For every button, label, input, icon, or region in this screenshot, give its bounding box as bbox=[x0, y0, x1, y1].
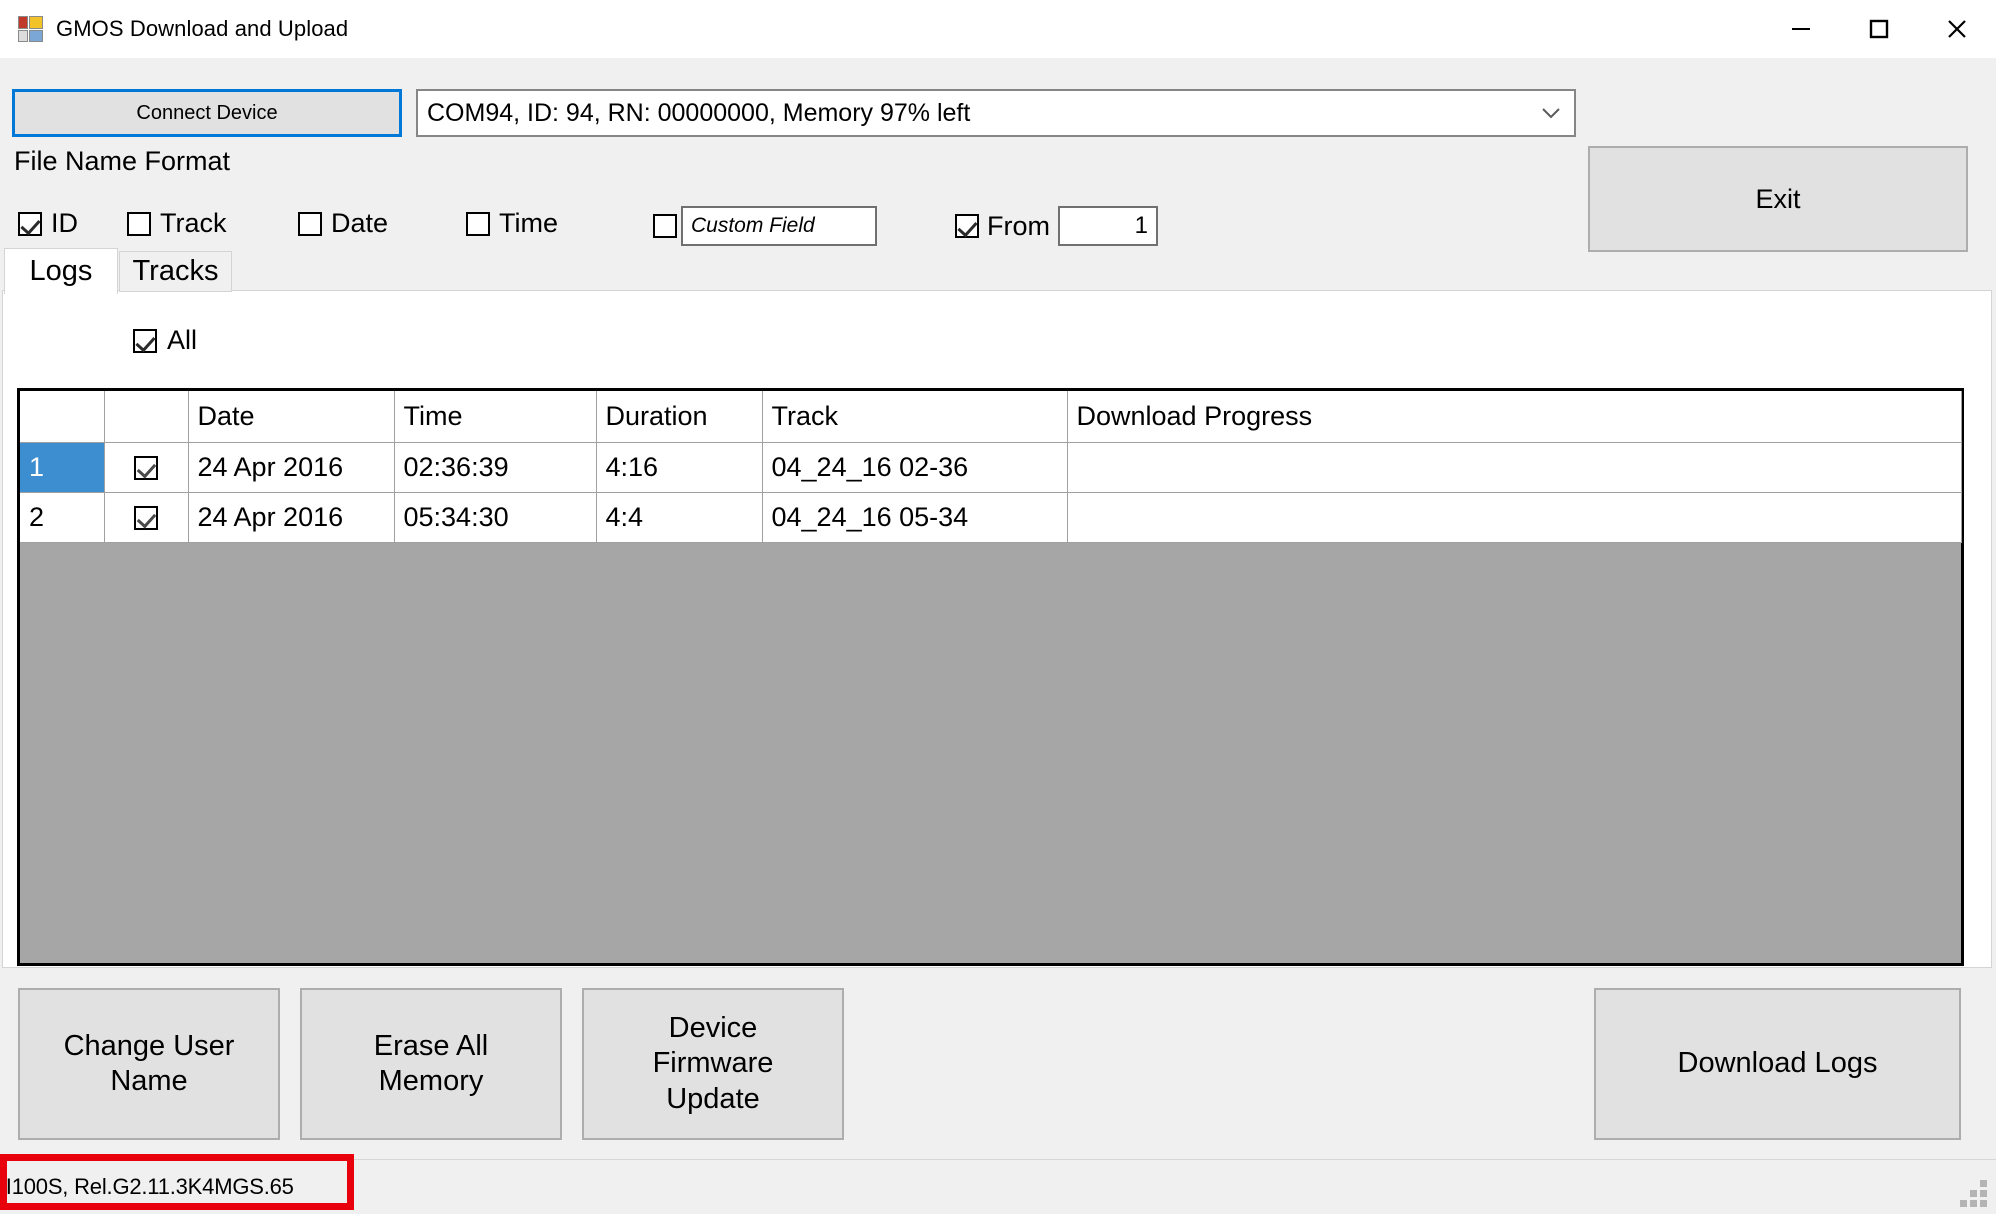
device-firmware-label-line2: Firmware bbox=[652, 1047, 774, 1080]
cell-time: 02:36:39 bbox=[394, 442, 597, 493]
cell-track: 04_24_16 02-36 bbox=[762, 442, 1068, 493]
window-title: GMOS Download and Upload bbox=[56, 16, 349, 41]
checkbox-track-label: Track bbox=[160, 208, 227, 238]
checkbox-time[interactable]: Time bbox=[466, 208, 558, 239]
table-row[interactable]: 2 24 Apr 2016 05:34:30 4:4 04_24_16 05-3… bbox=[20, 492, 1962, 543]
column-header-duration[interactable]: Duration bbox=[596, 391, 763, 443]
column-header-select[interactable] bbox=[104, 391, 189, 443]
device-firmware-label-line1: Device bbox=[668, 1011, 758, 1044]
row-index[interactable]: 1 bbox=[20, 442, 105, 493]
table-header-row: Date Time Duration Track Download Progre… bbox=[20, 391, 1962, 443]
cell-date: 24 Apr 2016 bbox=[188, 492, 395, 543]
title-bar: GMOS Download and Upload bbox=[0, 0, 1996, 58]
checkbox-id[interactable]: ID bbox=[18, 208, 78, 239]
maximize-icon[interactable] bbox=[1840, 0, 1918, 58]
device-firmware-label-line3: Update bbox=[666, 1082, 760, 1115]
checkbox-track-box[interactable] bbox=[127, 211, 151, 236]
column-header-track[interactable]: Track bbox=[762, 391, 1068, 443]
device-firmware-update-button[interactable]: Device Firmware Update bbox=[582, 988, 844, 1140]
checkbox-track[interactable]: Track bbox=[127, 208, 227, 239]
window-controls bbox=[1762, 0, 1996, 58]
application-window: GMOS Download and Upload Connect Device … bbox=[0, 0, 1996, 1214]
change-user-name-label-line2: Name bbox=[110, 1065, 188, 1097]
erase-all-memory-button[interactable]: Erase All Memory bbox=[300, 988, 562, 1140]
erase-all-memory-label-line2: Memory bbox=[378, 1065, 484, 1097]
from-label: From bbox=[987, 210, 1050, 241]
change-user-name-button[interactable]: Change User Name bbox=[18, 988, 280, 1140]
cell-track: 04_24_16 05-34 bbox=[762, 492, 1068, 543]
checkbox-date-label: Date bbox=[331, 208, 389, 238]
tab-logs[interactable]: Logs bbox=[4, 248, 118, 294]
from-number-input[interactable]: 1 bbox=[1058, 206, 1158, 246]
checkbox-time-label: Time bbox=[499, 208, 558, 238]
device-combo-value: COM94, ID: 94, RN: 00000000, Memory 97% … bbox=[427, 98, 971, 127]
file-name-format-options: ID Track Date Time Custom Field From 1 bbox=[0, 198, 1996, 248]
close-icon[interactable] bbox=[1918, 0, 1996, 58]
checkbox-all-label: All bbox=[167, 325, 198, 355]
tab-tracks[interactable]: Tracks bbox=[119, 251, 232, 292]
status-text: JI100S, Rel.G2.11.3K4MGS.65 bbox=[0, 1174, 294, 1199]
checkbox-date-box[interactable] bbox=[298, 211, 322, 236]
row-checkbox[interactable] bbox=[134, 456, 158, 481]
row-checkbox-cell[interactable] bbox=[104, 442, 189, 493]
row-checkbox[interactable] bbox=[134, 506, 158, 531]
resize-grip-icon[interactable] bbox=[1953, 1179, 1987, 1207]
column-header-date[interactable]: Date bbox=[188, 391, 395, 443]
tab-logs-label: Logs bbox=[29, 255, 93, 287]
erase-all-memory-label-line1: Erase All bbox=[373, 1029, 489, 1062]
select-all-group[interactable]: All bbox=[133, 325, 197, 356]
cell-download-progress bbox=[1067, 492, 1962, 543]
minimize-icon[interactable] bbox=[1762, 0, 1840, 58]
download-logs-button[interactable]: Download Logs bbox=[1594, 988, 1961, 1140]
table-row[interactable]: 1 24 Apr 2016 02:36:39 4:16 04_24_16 02-… bbox=[20, 442, 1962, 493]
cell-duration: 4:16 bbox=[596, 442, 763, 493]
cell-download-progress bbox=[1067, 442, 1962, 493]
row-checkbox-cell[interactable] bbox=[104, 492, 189, 543]
logs-table: Date Time Duration Track Download Progre… bbox=[20, 391, 1962, 543]
device-combo-box[interactable]: COM94, ID: 94, RN: 00000000, Memory 97% … bbox=[416, 89, 1576, 137]
logs-data-grid[interactable]: Date Time Duration Track Download Progre… bbox=[17, 388, 1964, 966]
checkbox-from-box[interactable] bbox=[955, 214, 979, 238]
custom-field-group[interactable]: Custom Field bbox=[653, 206, 877, 246]
tab-tracks-label: Tracks bbox=[132, 255, 219, 287]
cell-date: 24 Apr 2016 bbox=[188, 442, 395, 493]
app-icon bbox=[18, 16, 44, 42]
top-panel: Connect Device COM94, ID: 94, RN: 000000… bbox=[0, 58, 1996, 252]
column-header-download-progress[interactable]: Download Progress bbox=[1067, 391, 1962, 443]
checkbox-all-box[interactable] bbox=[133, 328, 157, 353]
column-header-index[interactable] bbox=[20, 391, 105, 443]
checkbox-date[interactable]: Date bbox=[298, 208, 388, 239]
custom-field-input[interactable]: Custom Field bbox=[681, 206, 877, 246]
download-logs-label: Download Logs bbox=[1677, 1047, 1878, 1080]
checkbox-time-box[interactable] bbox=[466, 211, 490, 236]
chevron-down-icon[interactable] bbox=[1528, 91, 1574, 135]
cell-time: 05:34:30 bbox=[394, 492, 597, 543]
change-user-name-label-line1: Change User bbox=[63, 1029, 235, 1062]
from-group[interactable]: From 1 bbox=[955, 206, 1158, 246]
status-bar: JI100S, Rel.G2.11.3K4MGS.65 bbox=[0, 1159, 1996, 1214]
tab-strip: Logs Tracks bbox=[0, 248, 1996, 294]
connect-device-label: Connect Device bbox=[136, 101, 278, 124]
column-header-time[interactable]: Time bbox=[394, 391, 597, 443]
checkbox-custom-field-box[interactable] bbox=[653, 214, 677, 238]
row-index[interactable]: 2 bbox=[20, 492, 105, 543]
connect-device-button[interactable]: Connect Device bbox=[12, 89, 402, 137]
file-name-format-label: File Name Format bbox=[14, 146, 231, 176]
checkbox-id-label: ID bbox=[51, 208, 78, 238]
cell-duration: 4:4 bbox=[596, 492, 763, 543]
checkbox-id-box[interactable] bbox=[18, 211, 42, 236]
